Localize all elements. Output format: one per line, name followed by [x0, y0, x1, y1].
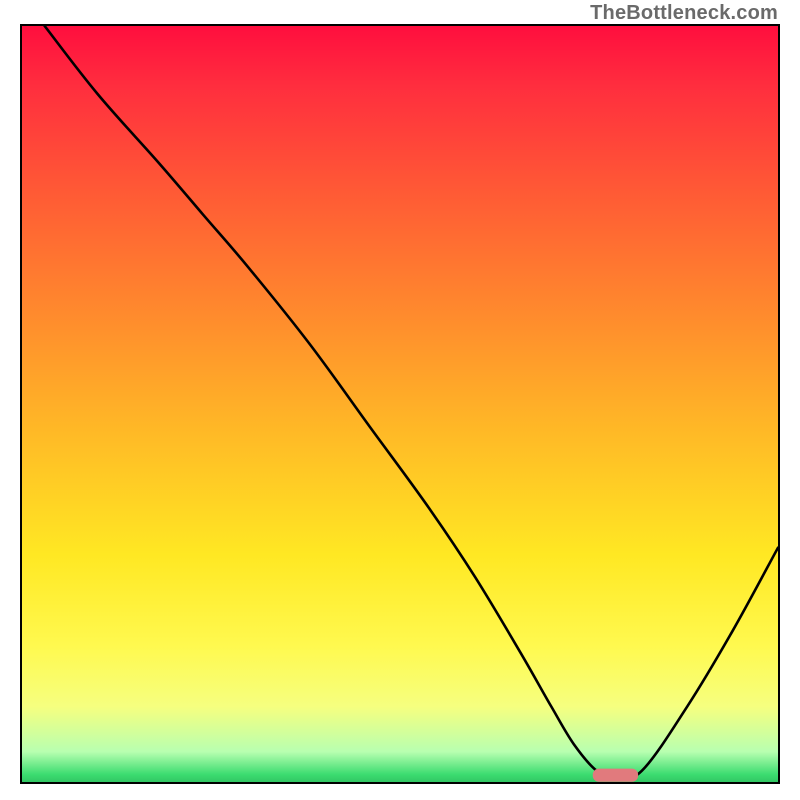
chart-overlay — [22, 26, 778, 782]
bottleneck-curve — [45, 26, 778, 779]
optimal-range-pill — [593, 769, 638, 782]
watermark-text: TheBottleneck.com — [590, 2, 778, 25]
chart-frame — [20, 24, 780, 784]
